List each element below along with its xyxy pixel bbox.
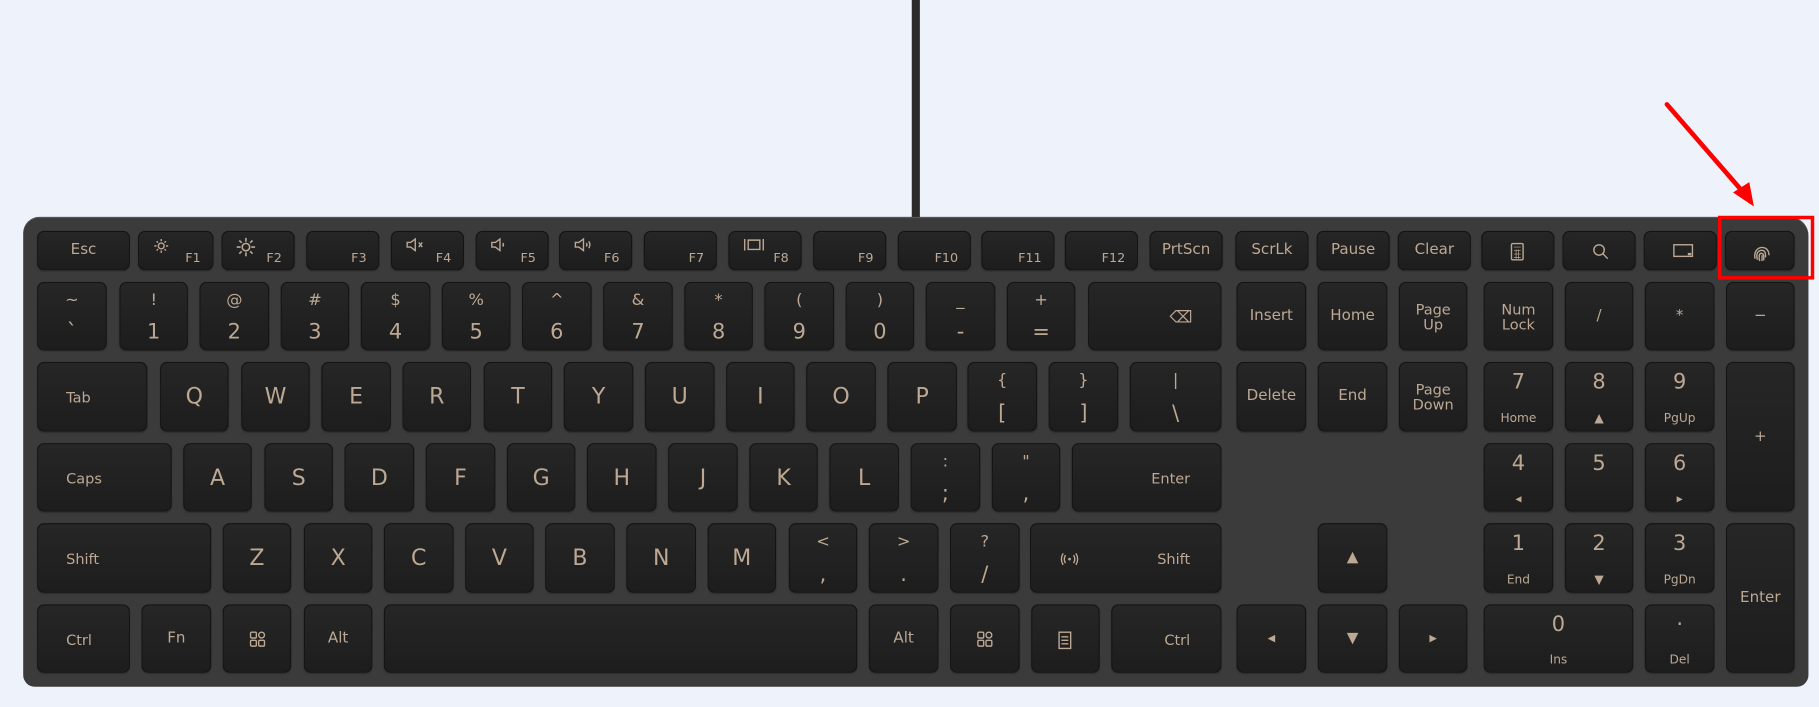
keyboard-scene: Esc F1 F2 F3 F4 F5 F6 F7 F8 F9 F10 F11 F12 PrtScn ScrL… bbox=[0, 0, 1819, 706]
highlight-arrow bbox=[1664, 102, 1754, 207]
